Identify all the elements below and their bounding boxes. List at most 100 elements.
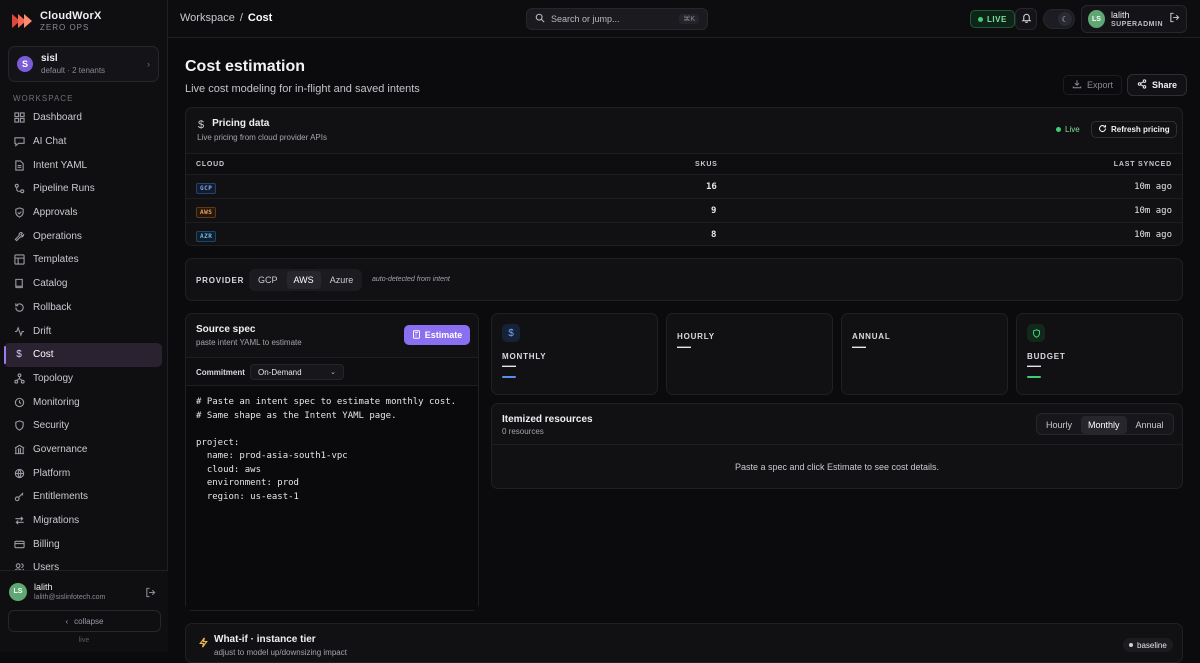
cloud-tag-aws: AWS [196, 206, 217, 218]
bell-icon [1021, 12, 1032, 26]
sidebar-item-rollback[interactable]: Rollback [4, 296, 162, 320]
stat-hourly: HOURLY — [666, 313, 833, 395]
avatar: LS [1088, 10, 1105, 28]
grid-icon [13, 112, 25, 124]
sidebar-item-label: Topology [33, 372, 74, 384]
refresh-pricing-label: Refresh pricing [1111, 125, 1170, 134]
share-button[interactable]: Share [1127, 74, 1188, 96]
sidebar-item-monitoring[interactable]: Monitoring [4, 390, 162, 414]
estimate-button[interactable]: Estimate [404, 325, 470, 345]
spec-title: Source spec [196, 324, 256, 335]
refresh-icon [1098, 124, 1107, 135]
chevron-down-icon: ⌄ [330, 369, 336, 376]
tenant-switcher[interactable]: S sisl default · 2 tenants › [8, 46, 159, 82]
logout-icon[interactable] [145, 587, 156, 601]
search-input[interactable]: Search or jump... ⌘K [526, 8, 708, 30]
sidebar-item-label: Drift [33, 325, 52, 337]
sidebar-item-entitlements[interactable]: Entitlements [4, 485, 162, 509]
provider-card: PROVIDER GCP AWS Azure auto-detected fro… [185, 258, 1183, 301]
wrench-icon [13, 230, 25, 242]
sidebar-item-label: Governance [33, 443, 88, 455]
provider-option-azure[interactable]: Azure [323, 271, 361, 289]
sidebar-item-label: Dashboard [33, 112, 82, 124]
sidebar: CloudWorX ZERO OPS S sisl default · 2 te… [0, 0, 168, 652]
dollar-icon: $ [16, 349, 22, 361]
cloud-tag-azr: AZR [196, 230, 217, 242]
sidebar-item-topology[interactable]: Topology [4, 367, 162, 391]
sidebar-item-pipeline-runs[interactable]: Pipeline Runs [4, 177, 162, 201]
commitment-label: Commitment [196, 368, 245, 377]
theme-toggle[interactable]: ☾ [1043, 9, 1075, 29]
share-icon [1137, 79, 1147, 91]
collapse-button[interactable]: ‹ collapse [8, 610, 161, 632]
user-menu[interactable]: LS lalith SUPERADMIN [1081, 5, 1187, 33]
sidebar-item-label: Intent YAML [33, 159, 88, 171]
sidebar-item-label: Operations [33, 230, 82, 242]
pulse-icon [13, 396, 25, 408]
dollar-icon: $ [502, 324, 520, 342]
provider-note: auto-detected from intent [372, 276, 450, 283]
last-synced: 10m ago [1134, 181, 1172, 192]
shield-icon [13, 420, 25, 432]
column-header-skus: SKUS [695, 160, 718, 168]
stat-value: — [852, 338, 866, 354]
sidebar-item-label: Cost [33, 349, 54, 361]
skus-count: 16 [706, 181, 717, 192]
logout-icon[interactable] [1169, 12, 1180, 26]
sidebar-item-approvals[interactable]: Approvals [4, 201, 162, 225]
avatar[interactable]: LS [9, 582, 27, 601]
commitment-select[interactable]: On-Demand ⌄ [250, 364, 344, 380]
notifications-button[interactable] [1015, 8, 1037, 30]
sidebar-item-label: Monitoring [33, 396, 80, 408]
export-button[interactable]: Export [1063, 75, 1123, 95]
sidebar-item-templates[interactable]: Templates [4, 248, 162, 272]
breadcrumb-root[interactable]: Workspace [180, 12, 235, 24]
stat-value: — [677, 338, 691, 354]
period-option-hourly[interactable]: Hourly [1039, 416, 1079, 434]
sidebar-item-governance[interactable]: Governance [4, 438, 162, 462]
provider-option-aws[interactable]: AWS [286, 271, 321, 289]
sidebar-item-cost[interactable]: $ Cost [4, 342, 162, 367]
spec-subtitle: paste intent YAML to estimate [196, 338, 302, 347]
sidebar-item-dashboard[interactable]: Dashboard [4, 106, 162, 130]
sidebar-item-intent-yaml[interactable]: Intent YAML [4, 153, 162, 177]
search-icon [535, 13, 545, 25]
period-option-monthly[interactable]: Monthly [1081, 416, 1127, 434]
period-option-annual[interactable]: Annual [1129, 416, 1171, 434]
stat-annual: ANNUAL — [841, 313, 1008, 395]
sidebar-item-platform[interactable]: Platform [4, 461, 162, 485]
sidebar-item-billing[interactable]: Billing [4, 532, 162, 556]
topbar: Workspace / Cost Search or jump... ⌘K LI… [168, 0, 1200, 38]
last-synced: 10m ago [1134, 205, 1172, 216]
itemized-count: 0 resources [502, 427, 544, 436]
sidebar-item-drift[interactable]: Drift [4, 319, 162, 343]
brand-tagline: ZERO OPS [40, 23, 90, 32]
spec-editor[interactable]: # Paste an intent spec to estimate month… [186, 386, 478, 610]
status-dot-icon [978, 16, 983, 22]
sidebar-nav: Dashboard AI Chat Intent YAML Pipeline R… [4, 106, 162, 580]
user-name: lalith [34, 582, 53, 592]
sidebar-item-label: Migrations [33, 515, 80, 527]
connection-status: live [78, 637, 90, 644]
sidebar-item-label: Billing [33, 538, 60, 550]
card-icon [13, 538, 25, 550]
sidebar-item-operations[interactable]: Operations [4, 224, 162, 248]
pricing-title: Pricing data [212, 118, 270, 129]
provider-label: PROVIDER [196, 276, 245, 285]
moon-icon: ☾ [1058, 12, 1072, 26]
what-if-card: What-if · instance tier adjust to model … [185, 623, 1183, 663]
export-label: Export [1087, 80, 1114, 90]
last-synced: 10m ago [1134, 229, 1172, 240]
sidebar-item-catalog[interactable]: Catalog [4, 272, 162, 296]
brand[interactable]: CloudWorX ZERO OPS [12, 8, 101, 34]
file-icon [13, 159, 25, 171]
sidebar-item-ai-chat[interactable]: AI Chat [4, 130, 162, 154]
table-row: GCP 16 10m ago [186, 174, 1182, 198]
sidebar-item-security[interactable]: Security [4, 414, 162, 438]
main-content: Cost estimation Live cost modeling for i… [168, 38, 1200, 663]
sidebar-item-migrations[interactable]: Migrations [4, 509, 162, 533]
period-selector: Hourly Monthly Annual [1036, 413, 1174, 435]
provider-option-gcp[interactable]: GCP [251, 271, 285, 289]
status-dot-icon [1129, 643, 1133, 647]
refresh-pricing-button[interactable]: Refresh pricing [1091, 121, 1177, 138]
